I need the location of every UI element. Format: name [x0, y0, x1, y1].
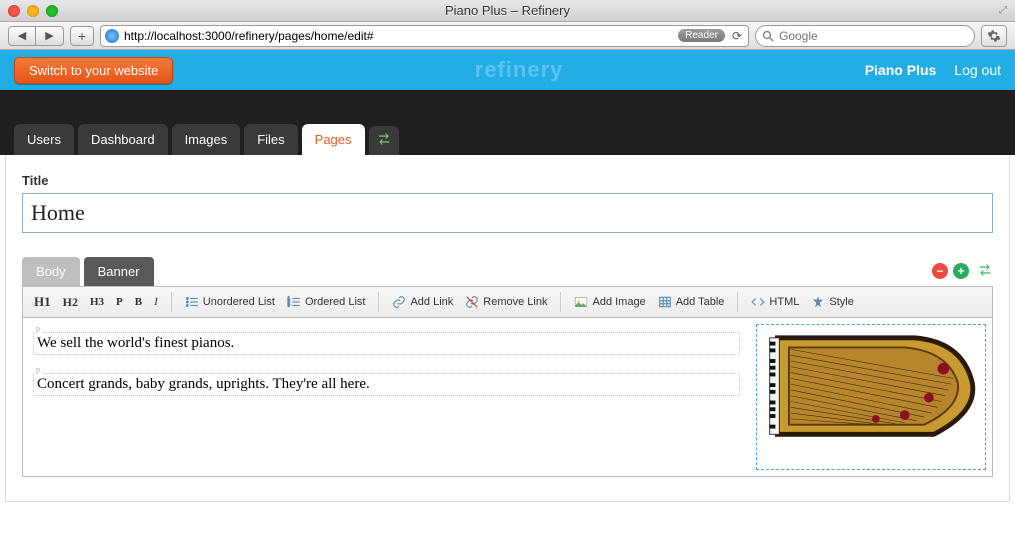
h2-button[interactable]: H2: [58, 292, 83, 313]
unordered-list-button[interactable]: Unordered List: [180, 292, 280, 312]
part-tab-body[interactable]: Body: [22, 257, 80, 286]
tab-images[interactable]: Images: [172, 124, 241, 155]
add-link-button[interactable]: Add Link: [387, 292, 458, 312]
add-image-button[interactable]: Add Image: [569, 292, 650, 312]
search-bar[interactable]: [755, 25, 975, 47]
h1-button[interactable]: H1: [29, 291, 56, 313]
shuffle-icon: [977, 263, 993, 277]
globe-icon: [105, 29, 119, 43]
unlink-icon: [465, 295, 479, 309]
link-icon: [392, 295, 406, 309]
app-header: Switch to your website refinery Piano Pl…: [0, 50, 1015, 90]
delete-part-button[interactable]: −: [932, 263, 948, 279]
reload-icon[interactable]: ⟳: [730, 29, 744, 43]
editor-image-slot[interactable]: [756, 324, 986, 470]
piano-image: [760, 328, 982, 448]
admin-nav: Users Dashboard Images Files Pages: [0, 90, 1015, 155]
bold-button[interactable]: B: [130, 293, 147, 311]
editor-paragraph[interactable]: We sell the world's finest pianos.: [33, 332, 740, 355]
back-button[interactable]: ◀: [8, 26, 36, 46]
switch-to-website-button[interactable]: Switch to your website: [14, 57, 173, 84]
tab-users[interactable]: Users: [14, 124, 74, 155]
address-bar[interactable]: Reader ⟳: [100, 25, 749, 47]
ol-icon: 123: [287, 295, 301, 309]
logout-link[interactable]: Log out: [954, 62, 1001, 78]
html-icon: [751, 295, 765, 309]
site-name-link[interactable]: Piano Plus: [865, 62, 937, 78]
tab-pages[interactable]: Pages: [302, 124, 365, 155]
html-button[interactable]: HTML: [746, 292, 804, 312]
add-bookmark-button[interactable]: +: [70, 26, 94, 46]
editor-area: We sell the world's finest pianos. Conce…: [22, 317, 993, 477]
svg-text:3: 3: [288, 303, 291, 308]
reader-badge[interactable]: Reader: [678, 29, 725, 42]
ul-icon: [185, 295, 199, 309]
content-editable[interactable]: We sell the world's finest pianos. Conce…: [23, 318, 750, 476]
search-icon: [762, 30, 774, 42]
reorder-parts-button[interactable]: [977, 263, 993, 280]
page-part-tabs: Body Banner − +: [22, 257, 993, 286]
remove-link-button[interactable]: Remove Link: [460, 292, 552, 312]
tab-reorder[interactable]: [369, 126, 399, 155]
ordered-list-button[interactable]: 123 Ordered List: [282, 292, 371, 312]
search-input[interactable]: [779, 29, 968, 43]
h3-button[interactable]: H3: [85, 293, 109, 311]
gear-icon: [987, 29, 1001, 43]
part-actions: − +: [932, 263, 993, 280]
settings-button[interactable]: [981, 25, 1007, 47]
part-tab-banner[interactable]: Banner: [84, 257, 154, 286]
style-icon: [811, 295, 825, 309]
browser-toolbar: ◀ ▶ + Reader ⟳: [0, 22, 1015, 50]
title-label: Title: [22, 173, 993, 188]
title-input[interactable]: [22, 193, 993, 233]
tab-files[interactable]: Files: [244, 124, 297, 155]
editor-toolbar: H1 H2 H3 P B I Unordered List 123 Ordere…: [22, 286, 993, 317]
editor-paragraph[interactable]: Concert grands, baby grands, uprights. T…: [33, 373, 740, 396]
page-form: Title Body Banner − + H1 H2 H3 P B I Uno…: [5, 155, 1010, 502]
add-table-button[interactable]: Add Table: [653, 292, 730, 312]
table-icon: [658, 295, 672, 309]
url-input[interactable]: [124, 29, 673, 43]
add-part-button[interactable]: +: [953, 263, 969, 279]
refinery-logo: refinery: [173, 57, 864, 83]
window-titlebar: Piano Plus – Refinery ⤢: [0, 0, 1015, 22]
tab-dashboard[interactable]: Dashboard: [78, 124, 168, 155]
reorder-icon: [377, 132, 391, 146]
paragraph-button[interactable]: P: [111, 293, 128, 311]
forward-button[interactable]: ▶: [36, 26, 64, 46]
nav-buttons: ◀ ▶: [8, 26, 64, 46]
image-icon: [574, 295, 588, 309]
italic-button[interactable]: I: [149, 293, 163, 311]
style-button[interactable]: Style: [806, 292, 858, 312]
window-title: Piano Plus – Refinery: [0, 3, 1015, 18]
